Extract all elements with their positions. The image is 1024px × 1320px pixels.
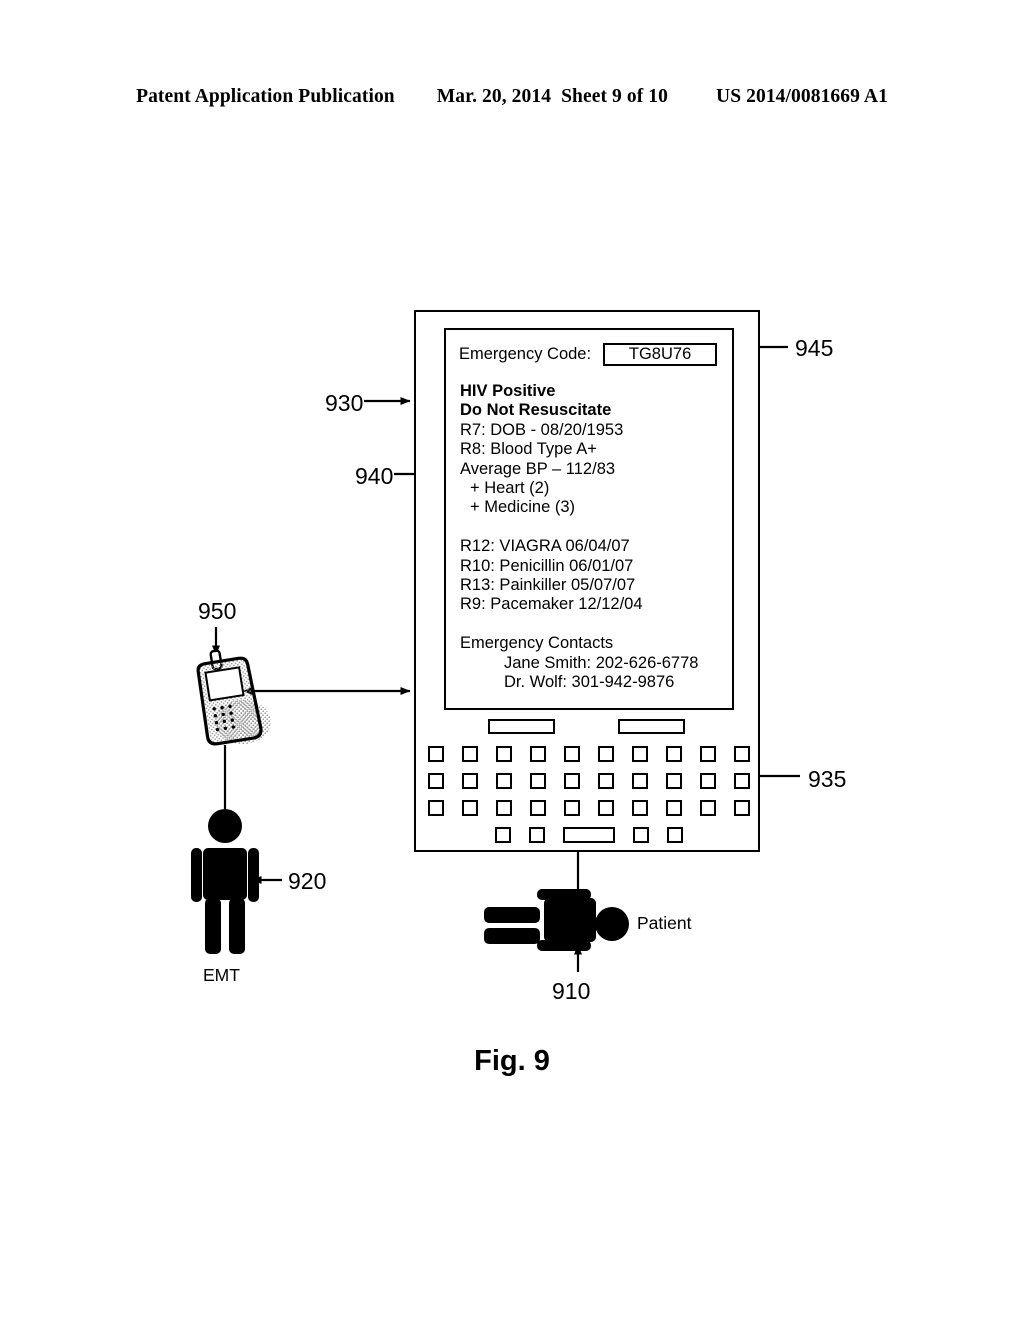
softkey-right[interactable]: [618, 719, 685, 734]
record-line: R9: Pacemaker 12/12/04: [460, 595, 643, 614]
category-line[interactable]: + Heart (2): [460, 479, 730, 498]
keyboard-key[interactable]: [462, 773, 478, 789]
keyboard-key[interactable]: [734, 746, 750, 762]
record-line: R13: Painkiller 05/07/07: [460, 576, 636, 595]
alert-line: Do Not Resuscitate: [460, 401, 612, 420]
patient-person-icon: [484, 889, 629, 951]
keyboard-key[interactable]: [598, 800, 614, 816]
emergency-code-label: Emergency Code:: [459, 344, 592, 363]
device-screen: Emergency Code: TG8U76 HIV Positive Do N…: [444, 328, 734, 710]
keyboard-key[interactable]: [462, 746, 478, 762]
keyboard-key-space[interactable]: [563, 827, 615, 843]
figure-caption: Fig. 9: [474, 1045, 550, 1077]
keyboard-key[interactable]: [734, 773, 750, 789]
contact-line: Jane Smith: 202-626-6778: [504, 653, 699, 672]
alert-line: HIV Positive: [460, 382, 556, 400]
vital-line: R8: Blood Type A+: [460, 440, 597, 459]
keyboard-row: [416, 827, 762, 843]
keyboard-row: [416, 773, 762, 789]
softkey-left[interactable]: [488, 719, 555, 734]
reference-numeral-910: 910: [552, 978, 591, 1004]
header-publication: Patent Application Publication: [136, 86, 395, 107]
category-line[interactable]: + Medicine (3): [460, 498, 730, 517]
keyboard-key[interactable]: [428, 773, 444, 789]
record-line: R10: Penicillin 06/01/07: [460, 556, 634, 575]
reference-numeral-930: 930: [325, 390, 364, 416]
keyboard-key[interactable]: [666, 773, 682, 789]
keyboard-key[interactable]: [530, 773, 546, 789]
keyboard-key[interactable]: [700, 746, 716, 762]
keyboard-key[interactable]: [632, 800, 648, 816]
keyboard-key[interactable]: [564, 800, 580, 816]
vital-line: Average BP – 112/83: [460, 459, 616, 478]
keyboard-key[interactable]: [632, 746, 648, 762]
keyboard-key[interactable]: [734, 800, 750, 816]
keyboard-key[interactable]: [496, 800, 512, 816]
keyboard-key[interactable]: [700, 800, 716, 816]
contacts-heading: Emergency Contacts: [460, 634, 614, 653]
keyboard-key[interactable]: [666, 800, 682, 816]
keyboard-key[interactable]: [632, 773, 648, 789]
device-keyboard[interactable]: [416, 746, 762, 854]
keyboard-key[interactable]: [598, 746, 614, 762]
keyboard-key[interactable]: [598, 773, 614, 789]
keyboard-key[interactable]: [428, 800, 444, 816]
reference-numeral-935: 935: [808, 766, 847, 792]
header-date: Mar. 20, 2014: [436, 86, 552, 107]
screen-body: HIV Positive Do Not Resuscitate R7: DOB …: [460, 382, 730, 692]
keyboard-key[interactable]: [530, 746, 546, 762]
keyboard-key[interactable]: [564, 773, 580, 789]
keyboard-key[interactable]: [564, 746, 580, 762]
mobile-phone-icon: [196, 649, 271, 746]
page-header: Patent Application Publication Mar. 20, 2…: [0, 86, 1024, 108]
reference-numeral-940: 940: [355, 463, 394, 489]
keyboard-key[interactable]: [667, 827, 683, 843]
emt-person-icon: [191, 809, 259, 954]
keyboard-key[interactable]: [496, 746, 512, 762]
keyboard-key[interactable]: [428, 746, 444, 762]
contact-line: Dr. Wolf: 301-942-9876: [504, 673, 675, 692]
vital-line: R7: DOB - 08/20/1953: [460, 420, 624, 439]
handheld-device[interactable]: Emergency Code: TG8U76 HIV Positive Do N…: [414, 310, 760, 852]
label-emt: EMT: [203, 965, 240, 985]
reference-numeral-945: 945: [795, 335, 834, 361]
keyboard-key[interactable]: [530, 800, 546, 816]
emergency-code-row: Emergency Code: TG8U76: [459, 341, 723, 367]
reference-numeral-920: 920: [288, 868, 327, 894]
keyboard-key[interactable]: [496, 773, 512, 789]
keyboard-key[interactable]: [700, 773, 716, 789]
keyboard-key[interactable]: [462, 800, 478, 816]
keyboard-key[interactable]: [633, 827, 649, 843]
keyboard-row: [416, 746, 762, 762]
keyboard-key[interactable]: [666, 746, 682, 762]
label-patient: Patient: [637, 913, 692, 933]
header-sheet: Sheet 9 of 10: [561, 86, 669, 107]
keyboard-key[interactable]: [529, 827, 545, 843]
record-line: R12: VIAGRA 06/04/07: [460, 537, 630, 556]
keyboard-row: [416, 800, 762, 816]
header-patent-number: US 2014/0081669 A1: [716, 86, 888, 107]
emergency-code-box[interactable]: TG8U76: [603, 342, 718, 366]
reference-numeral-950: 950: [198, 598, 237, 624]
keyboard-key[interactable]: [495, 827, 511, 843]
